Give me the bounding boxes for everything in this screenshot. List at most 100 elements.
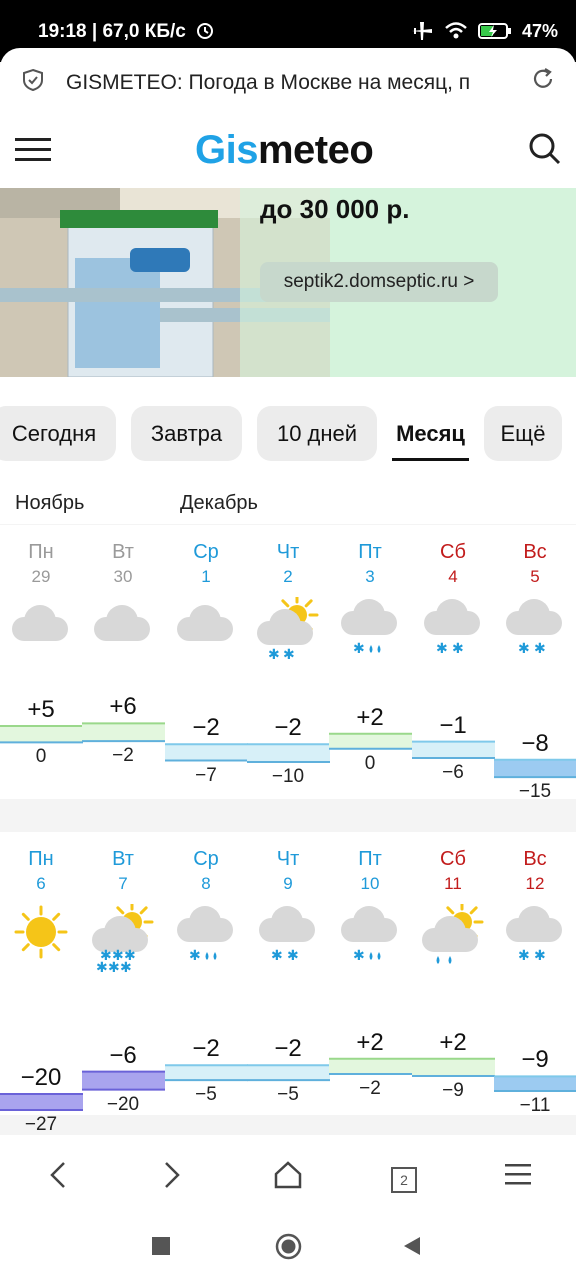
- temp-max: −8: [521, 729, 549, 757]
- day-cell[interactable]: Ср 8 ✱ −2 −5: [165, 832, 247, 1105]
- temp-max: −2: [274, 714, 302, 742]
- day-cell[interactable]: Пн 29 +5 0: [0, 525, 82, 795]
- search-icon[interactable]: [528, 132, 562, 166]
- shield-icon: [23, 68, 43, 92]
- url-title[interactable]: GISMETEO: Погода в Москве на месяц, п: [66, 71, 510, 95]
- day-cell[interactable]: Вт 7 ✱ ✱ ✱ ✱ ✱ ✱ −6 −20: [82, 832, 164, 1115]
- hamburger-menu-icon[interactable]: [15, 136, 51, 164]
- day-number: 7: [118, 874, 128, 893]
- temp-min: −2: [112, 745, 134, 767]
- status-icons: 47%: [410, 20, 558, 42]
- week-row-1: Пн 29 +5 0 Вт 30 +6 −2 Ср 1 −2 −7 Чт 2 ✱ ✱ −2 −10 Пт 3: [0, 525, 576, 802]
- day-number: 1: [201, 567, 211, 586]
- cloudy-snow-rain-icon: ✱: [177, 906, 233, 964]
- battery-charging-icon: [477, 23, 511, 39]
- day-cell[interactable]: Вт 30 +6 −2: [82, 525, 164, 795]
- svg-text:✱: ✱: [518, 948, 530, 964]
- forward-arrow-icon[interactable]: [160, 1160, 184, 1190]
- temp-min: −20: [106, 1093, 140, 1115]
- ad-banner[interactable]: до 30 000 р. septik2.domseptic.ru >: [0, 188, 576, 377]
- day-name: Вс: [523, 541, 547, 563]
- day-cell[interactable]: Чт 2 ✱ ✱ −2 −10: [247, 525, 329, 795]
- svg-text:✱: ✱: [452, 641, 464, 657]
- status-time: 19:18 | 67,0 КБ/с: [38, 20, 215, 43]
- tabs-icon[interactable]: 2: [391, 1167, 417, 1193]
- temp-max: −2: [192, 1035, 220, 1063]
- day-cell[interactable]: Сб 11 +2 −9: [412, 832, 494, 1102]
- browser-url-bar[interactable]: GISMETEO: Погода в Москве на месяц, п: [0, 48, 576, 112]
- svg-text:✱: ✱: [268, 647, 280, 663]
- temp-min: −7: [195, 764, 217, 786]
- day-cell[interactable]: Пт 3 ✱ +2 0: [329, 525, 411, 795]
- day-cell[interactable]: Пн 6 −20 −27: [0, 832, 82, 1135]
- period-tabs: Сегодня Завтра 10 дней Месяц Ещё: [0, 377, 576, 477]
- day-number: 8: [201, 874, 211, 893]
- system-nav-bar: [0, 1215, 576, 1280]
- day-cell[interactable]: Сб 4 ✱ ✱ −1 −6: [412, 525, 494, 795]
- ad-title: до 30 000 р.: [260, 194, 410, 224]
- day-name: Вс: [523, 848, 547, 870]
- tab-month[interactable]: Месяц: [392, 406, 469, 461]
- cloudy-snow-icon: ✱ ✱: [506, 599, 562, 657]
- svg-text:✱: ✱: [96, 960, 108, 974]
- temp-min: −15: [518, 781, 552, 803]
- day-name: Чт: [276, 541, 300, 563]
- day-cell[interactable]: Пт 10 ✱ +2 −2: [329, 832, 411, 1102]
- reload-icon[interactable]: [530, 66, 556, 92]
- svg-text:✱: ✱: [534, 948, 546, 964]
- cloudy-icon: [12, 605, 68, 641]
- temp-min: 0: [364, 752, 376, 774]
- day-number: 9: [283, 874, 293, 893]
- alarm-icon: [197, 23, 214, 39]
- cloudy-icon: [94, 605, 150, 641]
- temp-max: +2: [356, 703, 384, 731]
- tab-10-days[interactable]: 10 дней: [257, 406, 377, 461]
- temp-min: −6: [442, 761, 464, 783]
- day-name: Ср: [193, 541, 219, 563]
- day-cell[interactable]: Вс 12 ✱ ✱ −9 −11: [494, 832, 576, 1116]
- tab-more[interactable]: Ещё: [484, 406, 562, 461]
- temp-min: −11: [519, 1094, 551, 1116]
- menu-icon[interactable]: [505, 1160, 531, 1188]
- day-cell[interactable]: Чт 9 ✱ ✱ −2 −5: [247, 832, 329, 1105]
- svg-text:✱: ✱: [353, 641, 365, 657]
- temp-max: −2: [274, 1035, 302, 1063]
- gismeteo-logo[interactable]: Gismeteo: [195, 128, 374, 173]
- day-number: 2: [283, 567, 293, 586]
- browser-bottom-nav: 2: [0, 1135, 576, 1215]
- day-number: 12: [525, 874, 545, 893]
- day-cell[interactable]: Ср 1 −2 −7: [165, 525, 247, 795]
- cloudy-snow-icon: ✱ ✱: [506, 906, 562, 964]
- day-number: 11: [444, 874, 462, 893]
- svg-text:✱: ✱: [189, 948, 201, 964]
- day-name: Ср: [193, 848, 219, 870]
- day-name: Пн: [28, 848, 54, 870]
- home-circle-icon[interactable]: [275, 1233, 302, 1260]
- temp-max: −9: [521, 1046, 549, 1074]
- tab-today[interactable]: Сегодня: [0, 406, 116, 461]
- temp-max: −6: [109, 1041, 137, 1069]
- ad-link-button[interactable]: septik2.domseptic.ru >: [260, 262, 498, 302]
- back-triangle-icon[interactable]: [402, 1235, 422, 1257]
- recents-icon[interactable]: [152, 1237, 170, 1255]
- day-name: Сб: [440, 541, 466, 563]
- month-december: Декабрь: [180, 492, 258, 514]
- svg-text:✱: ✱: [287, 948, 299, 964]
- day-name: Пн: [28, 541, 54, 563]
- site-header: Gismeteo: [0, 112, 576, 188]
- tab-tomorrow[interactable]: Завтра: [131, 406, 242, 461]
- temp-max: −20: [20, 1064, 62, 1091]
- temp-max: −2: [192, 714, 220, 742]
- back-arrow-icon[interactable]: [46, 1160, 70, 1190]
- airplane-icon: [411, 22, 432, 40]
- home-icon[interactable]: [274, 1160, 302, 1190]
- battery-level: 47%: [521, 20, 558, 41]
- cloudy-snow-icon: ✱ ✱: [424, 599, 480, 657]
- temp-max: −1: [439, 711, 467, 739]
- day-number: 6: [36, 874, 46, 893]
- temp-min: −9: [442, 1079, 464, 1101]
- day-cell[interactable]: Вс 5 ✱ ✱ −8 −15: [494, 525, 576, 802]
- month-november: Ноябрь: [15, 492, 85, 514]
- day-number: 10: [360, 874, 380, 893]
- temp-min: −27: [24, 1114, 58, 1136]
